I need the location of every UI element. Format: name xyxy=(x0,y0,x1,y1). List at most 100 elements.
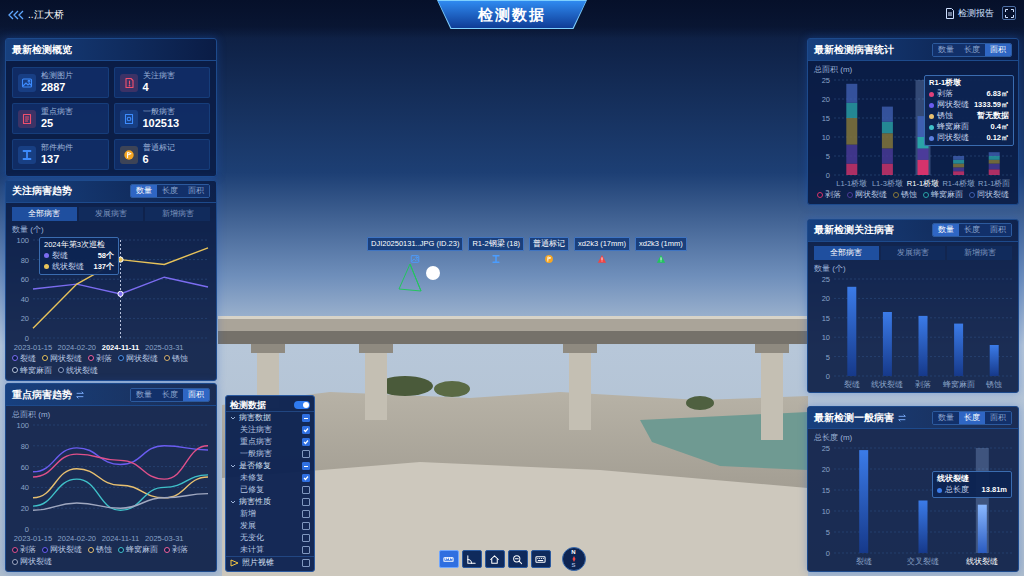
marker-label[interactable]: xd2k3 (1mm) xyxy=(635,237,687,251)
chevron-down-icon[interactable] xyxy=(230,415,236,421)
legend-item[interactable]: 网状裂缝 xyxy=(42,544,82,555)
stat-card[interactable]: 一般病害102513 xyxy=(114,103,211,134)
legend-item[interactable]: 同状裂缝 xyxy=(969,189,1009,200)
metric-tab[interactable]: 面积 xyxy=(985,224,1011,236)
layer-item-row[interactable]: 关注病害 xyxy=(226,424,314,436)
swap-icon[interactable] xyxy=(75,390,85,400)
bar-segment[interactable] xyxy=(989,160,1000,164)
legend-item[interactable]: 蜂窝麻面 xyxy=(12,365,52,376)
bar-group[interactable] xyxy=(954,323,963,375)
bar-group[interactable] xyxy=(976,448,989,553)
bar-segment[interactable] xyxy=(846,103,857,118)
scene-marker[interactable]: DJI20250131..JPG (ID.23) xyxy=(367,237,463,264)
back-chevrons-icon[interactable] xyxy=(8,10,24,20)
layer-toggle[interactable] xyxy=(294,401,310,409)
legend-item[interactable]: 网状裂缝 xyxy=(118,353,158,364)
bar-group[interactable] xyxy=(953,156,964,175)
checkbox[interactable] xyxy=(302,522,310,530)
bar-group[interactable] xyxy=(859,450,868,553)
scene-marker[interactable]: xd2k3 (17mm) xyxy=(574,237,630,264)
legend-item[interactable]: 网状裂缝 xyxy=(12,556,52,567)
tool-button[interactable] xyxy=(531,550,551,568)
bar-group[interactable] xyxy=(847,286,856,375)
bar-group[interactable] xyxy=(989,152,1000,175)
metric-tab[interactable]: 长度 xyxy=(959,224,985,236)
checkbox[interactable] xyxy=(302,474,310,482)
bar[interactable] xyxy=(847,286,856,375)
layer-item-row[interactable]: 未计算 xyxy=(226,544,314,556)
bar-segment[interactable] xyxy=(953,171,964,175)
bar[interactable] xyxy=(859,450,868,553)
bar-segment[interactable] xyxy=(989,156,1000,160)
legend-item[interactable]: 蜂窝麻面 xyxy=(118,544,158,555)
bar-segment[interactable] xyxy=(882,133,893,148)
category-tab[interactable]: 全部病害 xyxy=(814,246,879,260)
scene-marker[interactable]: xd2k3 (1mm) xyxy=(635,237,687,264)
stat-card[interactable]: 重点病害25 xyxy=(12,103,109,134)
bar-segment[interactable] xyxy=(882,122,893,133)
report-button[interactable]: 检测报告 xyxy=(945,7,994,19)
bar[interactable] xyxy=(919,501,928,554)
compass[interactable]: NS xyxy=(562,547,586,571)
checkbox[interactable] xyxy=(302,498,310,506)
bar[interactable] xyxy=(919,315,928,375)
bar-segment[interactable] xyxy=(846,84,857,103)
checkbox[interactable] xyxy=(302,450,310,458)
marker-label[interactable]: 普通标记 xyxy=(529,237,569,251)
checkbox[interactable] xyxy=(302,438,310,446)
bar-segment[interactable] xyxy=(989,164,1000,170)
tool-button[interactable] xyxy=(485,550,505,568)
bar[interactable] xyxy=(883,312,892,376)
metric-tab[interactable]: 面积 xyxy=(183,389,209,401)
legend-item[interactable]: 锈蚀 xyxy=(88,544,112,555)
chevron-down-icon[interactable] xyxy=(230,463,236,469)
bar-segment[interactable] xyxy=(846,164,857,175)
checkbox[interactable] xyxy=(302,462,310,470)
bar[interactable] xyxy=(990,345,999,376)
metric-tab[interactable]: 面积 xyxy=(183,185,209,197)
bar[interactable] xyxy=(954,323,963,375)
bar-segment[interactable] xyxy=(953,167,964,171)
layer-item-row[interactable]: 无变化 xyxy=(226,532,314,544)
bar-group[interactable] xyxy=(919,315,928,375)
metric-tab[interactable]: 数量 xyxy=(933,412,959,424)
layer-group-row[interactable]: 病害数据 xyxy=(226,412,314,424)
layer-footer-row[interactable]: 照片视锥 xyxy=(226,556,314,569)
bar-segment[interactable] xyxy=(918,160,929,175)
bar-segment[interactable] xyxy=(846,118,857,145)
metric-tab[interactable]: 数量 xyxy=(131,185,157,197)
bar-segment[interactable] xyxy=(989,169,1000,175)
scene-marker[interactable]: 普通标记 xyxy=(529,237,569,264)
layer-item-row[interactable]: 一般病害 xyxy=(226,448,314,460)
stat-card[interactable]: 部件构件137 xyxy=(12,139,109,170)
bar-segment[interactable] xyxy=(989,152,1000,156)
camera-position[interactable] xyxy=(426,266,440,280)
chevron-down-icon[interactable] xyxy=(230,499,236,505)
metric-tab[interactable]: 长度 xyxy=(157,185,183,197)
metric-tab[interactable]: 数量 xyxy=(933,224,959,236)
bar-segment[interactable] xyxy=(882,148,893,163)
checkbox[interactable] xyxy=(302,486,310,494)
category-tab[interactable]: 发展病害 xyxy=(881,246,946,260)
metric-tab[interactable]: 长度 xyxy=(157,389,183,401)
swap-icon[interactable] xyxy=(897,413,907,423)
category-tab[interactable]: 全部病害 xyxy=(12,207,77,221)
legend-item[interactable]: 蜂窝麻面 xyxy=(923,189,963,200)
series-line[interactable] xyxy=(33,446,208,479)
legend-item[interactable]: 锈蚀 xyxy=(164,353,188,364)
metric-tab[interactable]: 长度 xyxy=(959,412,985,424)
marker-label[interactable]: xd2k3 (17mm) xyxy=(574,237,630,251)
metric-tab[interactable]: 面积 xyxy=(985,412,1011,424)
layer-item-row[interactable]: 重点病害 xyxy=(226,436,314,448)
bar-group[interactable] xyxy=(990,345,999,376)
category-tab[interactable]: 新增病害 xyxy=(145,207,210,221)
stat-card[interactable]: 普通标记6 xyxy=(114,139,211,170)
report-label[interactable]: 检测报告 xyxy=(958,7,994,19)
metric-tab[interactable]: 面积 xyxy=(985,44,1011,56)
layer-group-row[interactable]: 病害性质 xyxy=(226,496,314,508)
stat-card[interactable]: 检测图片2887 xyxy=(12,67,109,98)
data-point[interactable] xyxy=(118,291,123,296)
metric-tab[interactable]: 长度 xyxy=(959,44,985,56)
bar-segment[interactable] xyxy=(882,164,893,175)
checkbox[interactable] xyxy=(302,534,310,542)
